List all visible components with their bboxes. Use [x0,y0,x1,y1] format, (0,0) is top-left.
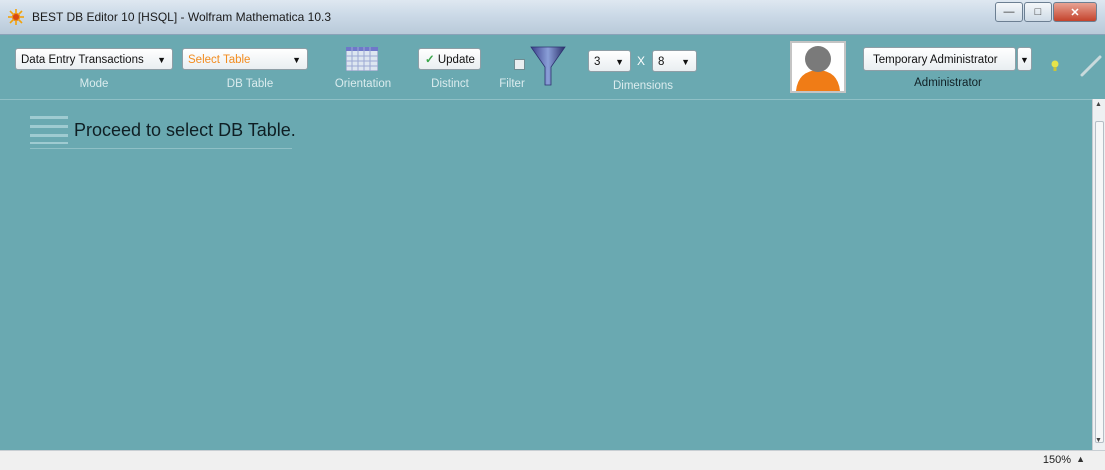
user-name: Temporary Administrator [873,54,998,66]
zoom-level[interactable]: 150% [1043,454,1071,466]
pin-icon[interactable] [1080,55,1102,77]
menu-icon[interactable] [30,115,68,145]
dimensions-label: Dimensions [612,80,674,92]
update-button-label: Update [437,54,475,66]
user-role: Administrator [914,77,982,89]
status-message: Proceed to select DB Table. [74,120,296,140]
vertical-scrollbar[interactable]: ▲ ▼ [1092,99,1105,450]
dimension-cols-dropdown[interactable]: 8 ▼ [652,50,697,72]
filter-label: Filter [499,78,525,90]
mode-label: Mode [79,78,109,90]
scroll-up-icon[interactable]: ▲ [1095,101,1102,108]
check-icon: ✓ [425,54,435,66]
user-icon [796,46,840,91]
window-titlebar: BEST DB Editor 10 [HSQL] - Wolfram Mathe… [0,0,1105,35]
chevron-down-icon: ▼ [157,55,166,65]
message-divider [30,148,292,149]
distinct-label: Distinct [431,78,469,90]
mode-value: Data Entry Transactions [21,54,144,66]
dimension-rows-dropdown[interactable]: 3 ▼ [588,50,631,72]
user-dropdown-arrow[interactable]: ▼ [1017,47,1032,71]
db-table-dropdown[interactable]: Select Table ▼ [182,48,308,70]
db-table-value: Select Table [188,54,251,66]
update-button[interactable]: ✓ Update [418,48,481,70]
toolbar: Data Entry Transactions ▼ Mode Select Ta… [0,35,1105,100]
app-icon [8,9,24,25]
db-table-label: DB Table [226,78,274,90]
user-dropdown[interactable]: Temporary Administrator [863,47,1016,71]
funnel-icon[interactable] [530,45,566,87]
minimize-button[interactable]: — [995,2,1023,22]
dimension-x-label: X [637,54,646,68]
dimension-rows-value: 3 [594,56,601,68]
orientation-label: Orientation [334,78,392,90]
main-content: Proceed to select DB Table. [10,100,1093,450]
maximize-button[interactable]: □ [1024,2,1052,22]
chevron-down-icon: ▼ [1020,55,1029,65]
mode-dropdown[interactable]: Data Entry Transactions ▼ [15,48,173,70]
zoom-up-icon[interactable]: ▲ [1076,454,1085,464]
avatar[interactable] [790,41,846,93]
filter-checkbox[interactable] [514,59,525,70]
chevron-down-icon: ▼ [681,57,690,67]
chevron-down-icon: ▼ [615,57,624,67]
window-title: BEST DB Editor 10 [HSQL] - Wolfram Mathe… [32,10,332,24]
dimension-cols-value: 8 [658,56,665,68]
close-button[interactable]: ✕ [1053,2,1097,22]
statusbar: 150% ▲ [0,450,1105,470]
scrollbar-thumb[interactable] [1095,121,1104,443]
chevron-down-icon: ▼ [292,55,301,65]
lightbulb-icon[interactable] [1050,59,1060,73]
orientation-grid-icon[interactable] [346,47,378,71]
scroll-down-icon[interactable]: ▼ [1095,437,1102,444]
